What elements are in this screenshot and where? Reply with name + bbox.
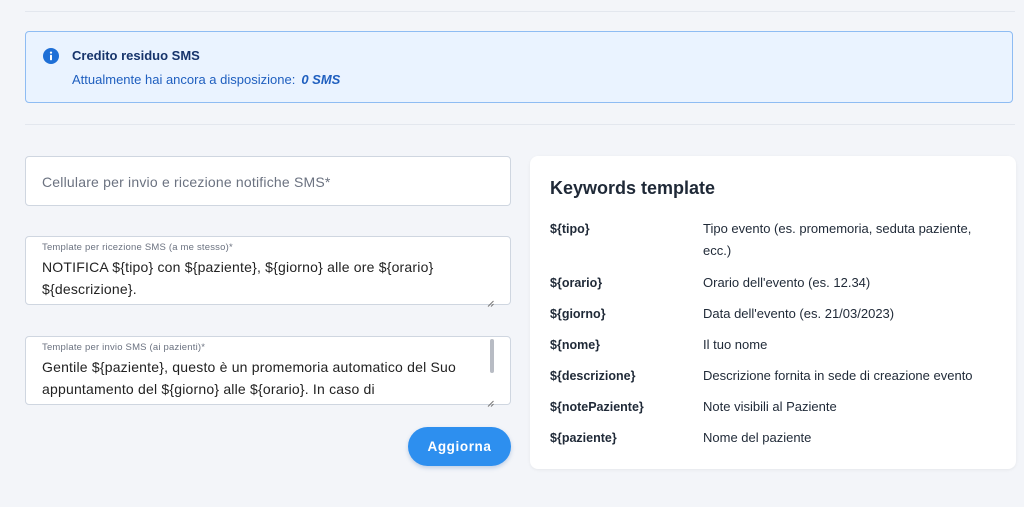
template-patients-textarea[interactable]: Template per invio SMS (ai pazienti)* Ge… — [25, 336, 511, 407]
keyword-key: ${orario} — [550, 276, 603, 290]
keyword-desc: Il tuo nome — [703, 337, 768, 352]
textarea-scrollbar[interactable] — [490, 339, 494, 373]
info-icon — [43, 48, 59, 64]
template-self-value[interactable]: NOTIFICA ${tipo} con ${paziente}, ${gior… — [42, 256, 492, 300]
keyword-key: ${nome} — [550, 338, 601, 352]
alert-text: Attualmente hai ancora a disposizione: 0 … — [72, 72, 340, 87]
keywords-card: Keywords template ${tipo} Tipo evento (e… — [530, 156, 1016, 469]
keywords-title: Keywords template — [550, 178, 716, 198]
keyword-key: ${notePaziente} — [550, 400, 644, 414]
resize-handle-icon[interactable] — [487, 294, 494, 307]
keyword-desc: Note visibili al Paziente — [703, 399, 837, 414]
alert-title: Credito residuo SMS — [72, 48, 200, 63]
top-divider — [25, 11, 1015, 12]
keyword-desc: Nome del paziente — [703, 430, 812, 445]
keyword-key: ${giorno} — [550, 307, 606, 321]
phone-input[interactable]: Cellulare per invio e ricezione notifich… — [25, 156, 511, 206]
keyword-key: ${tipo} — [550, 222, 590, 236]
keyword-desc: Tipo evento (es. promemoria, seduta pazi… — [703, 221, 972, 258]
keyword-key: ${paziente} — [550, 431, 617, 445]
template-patients-value[interactable]: Gentile ${paziente}, questo è un promemo… — [42, 356, 492, 400]
template-self-label: Template per ricezione SMS (a me stesso)… — [42, 242, 233, 253]
update-button[interactable]: Aggiorna — [408, 427, 511, 466]
sms-credit-alert: Credito residuo SMS Attualmente hai anco… — [25, 31, 1013, 103]
keyword-key: ${descrizione} — [550, 369, 636, 383]
keyword-desc: Data dell'evento (es. 21/03/2023) — [703, 306, 895, 321]
phone-input-placeholder: Cellulare per invio e ricezione notifich… — [42, 174, 331, 190]
template-patients-label: Template per invio SMS (ai pazienti)* — [42, 342, 206, 353]
alert-text-label: Attualmente hai ancora a disposizione: — [72, 72, 296, 87]
middle-divider — [25, 124, 1015, 125]
keyword-desc: Orario dell'evento (es. 12.34) — [703, 275, 871, 290]
keyword-desc: Descrizione fornita in sede di creazione… — [703, 368, 973, 383]
template-self-textarea[interactable]: Template per ricezione SMS (a me stesso)… — [25, 236, 511, 307]
resize-handle-icon[interactable] — [487, 394, 494, 407]
sms-credit-value: 0 SMS — [301, 72, 341, 87]
